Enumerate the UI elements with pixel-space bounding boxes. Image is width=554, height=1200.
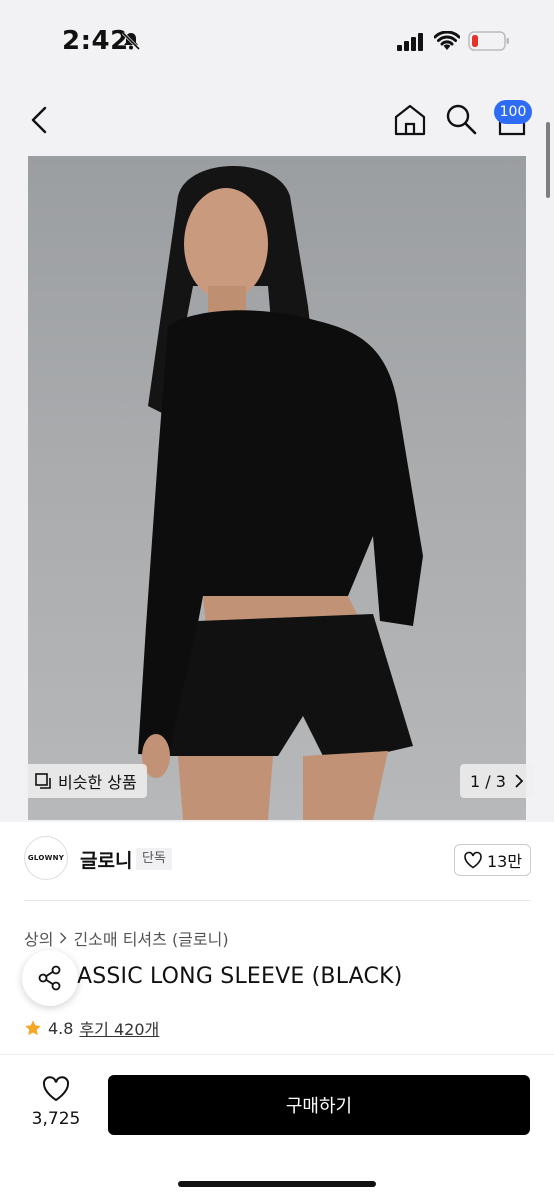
heart-icon bbox=[464, 851, 482, 869]
rating-row: 4.8 후기 420개 bbox=[24, 1016, 159, 1040]
review-link[interactable]: 후기 420개 bbox=[79, 1016, 159, 1040]
share-icon bbox=[38, 965, 61, 991]
top-nav bbox=[0, 90, 554, 150]
scrollbar[interactable] bbox=[546, 122, 550, 198]
product-image[interactable] bbox=[28, 156, 526, 820]
page-count: 1 / 3 bbox=[470, 771, 506, 791]
chevron-right-icon bbox=[60, 932, 67, 944]
breadcrumb-subcategory[interactable]: 긴소매 티셔츠 (글로니) bbox=[73, 926, 228, 950]
back-button[interactable] bbox=[24, 104, 56, 136]
search-icon[interactable] bbox=[444, 102, 478, 136]
brand-like-count: 13만 bbox=[487, 852, 523, 871]
home-icon[interactable] bbox=[392, 102, 428, 138]
status-time: 2:42 bbox=[62, 26, 129, 56]
exclusive-badge: 단독 bbox=[136, 848, 172, 870]
image-page-indicator[interactable]: 1 / 3 bbox=[460, 764, 534, 798]
rating-value: 4.8 bbox=[48, 1018, 74, 1038]
similar-products-button[interactable]: 비슷한 상품 bbox=[24, 764, 147, 798]
wishlist-button[interactable]: 3,725 bbox=[30, 1075, 82, 1129]
similar-products-label: 비슷한 상품 bbox=[58, 773, 137, 792]
buy-button[interactable]: 구매하기 bbox=[108, 1075, 530, 1135]
brand-logo[interactable]: GLOWNY bbox=[24, 836, 68, 880]
battery-low-icon bbox=[468, 31, 509, 51]
cart-badge: 100 bbox=[494, 100, 532, 124]
bell-muted-icon bbox=[121, 31, 141, 51]
divider bbox=[24, 900, 530, 901]
heart-icon bbox=[42, 1076, 70, 1102]
wishlist-count: 3,725 bbox=[31, 1109, 81, 1129]
product-title: G CLASSIC LONG SLEEVE (BLACK) bbox=[24, 964, 403, 989]
breadcrumb-category[interactable]: 상의 bbox=[24, 926, 53, 950]
brand-name[interactable]: 글로니 bbox=[80, 846, 132, 873]
status-bar: 2:42 bbox=[0, 0, 554, 80]
similar-icon bbox=[35, 773, 51, 789]
breadcrumb: 상의 긴소매 티셔츠 (글로니) bbox=[24, 926, 229, 950]
bottom-action-bar: 3,725 구매하기 bbox=[0, 1054, 554, 1200]
home-indicator bbox=[178, 1181, 376, 1187]
brand-like-button[interactable]: 13만 bbox=[454, 844, 532, 876]
share-button[interactable] bbox=[22, 950, 78, 1006]
chevron-right-icon bbox=[515, 774, 524, 788]
star-icon bbox=[25, 1020, 41, 1036]
wifi-icon bbox=[434, 31, 460, 50]
signal-icon bbox=[397, 33, 423, 51]
model-photo bbox=[138, 166, 423, 820]
